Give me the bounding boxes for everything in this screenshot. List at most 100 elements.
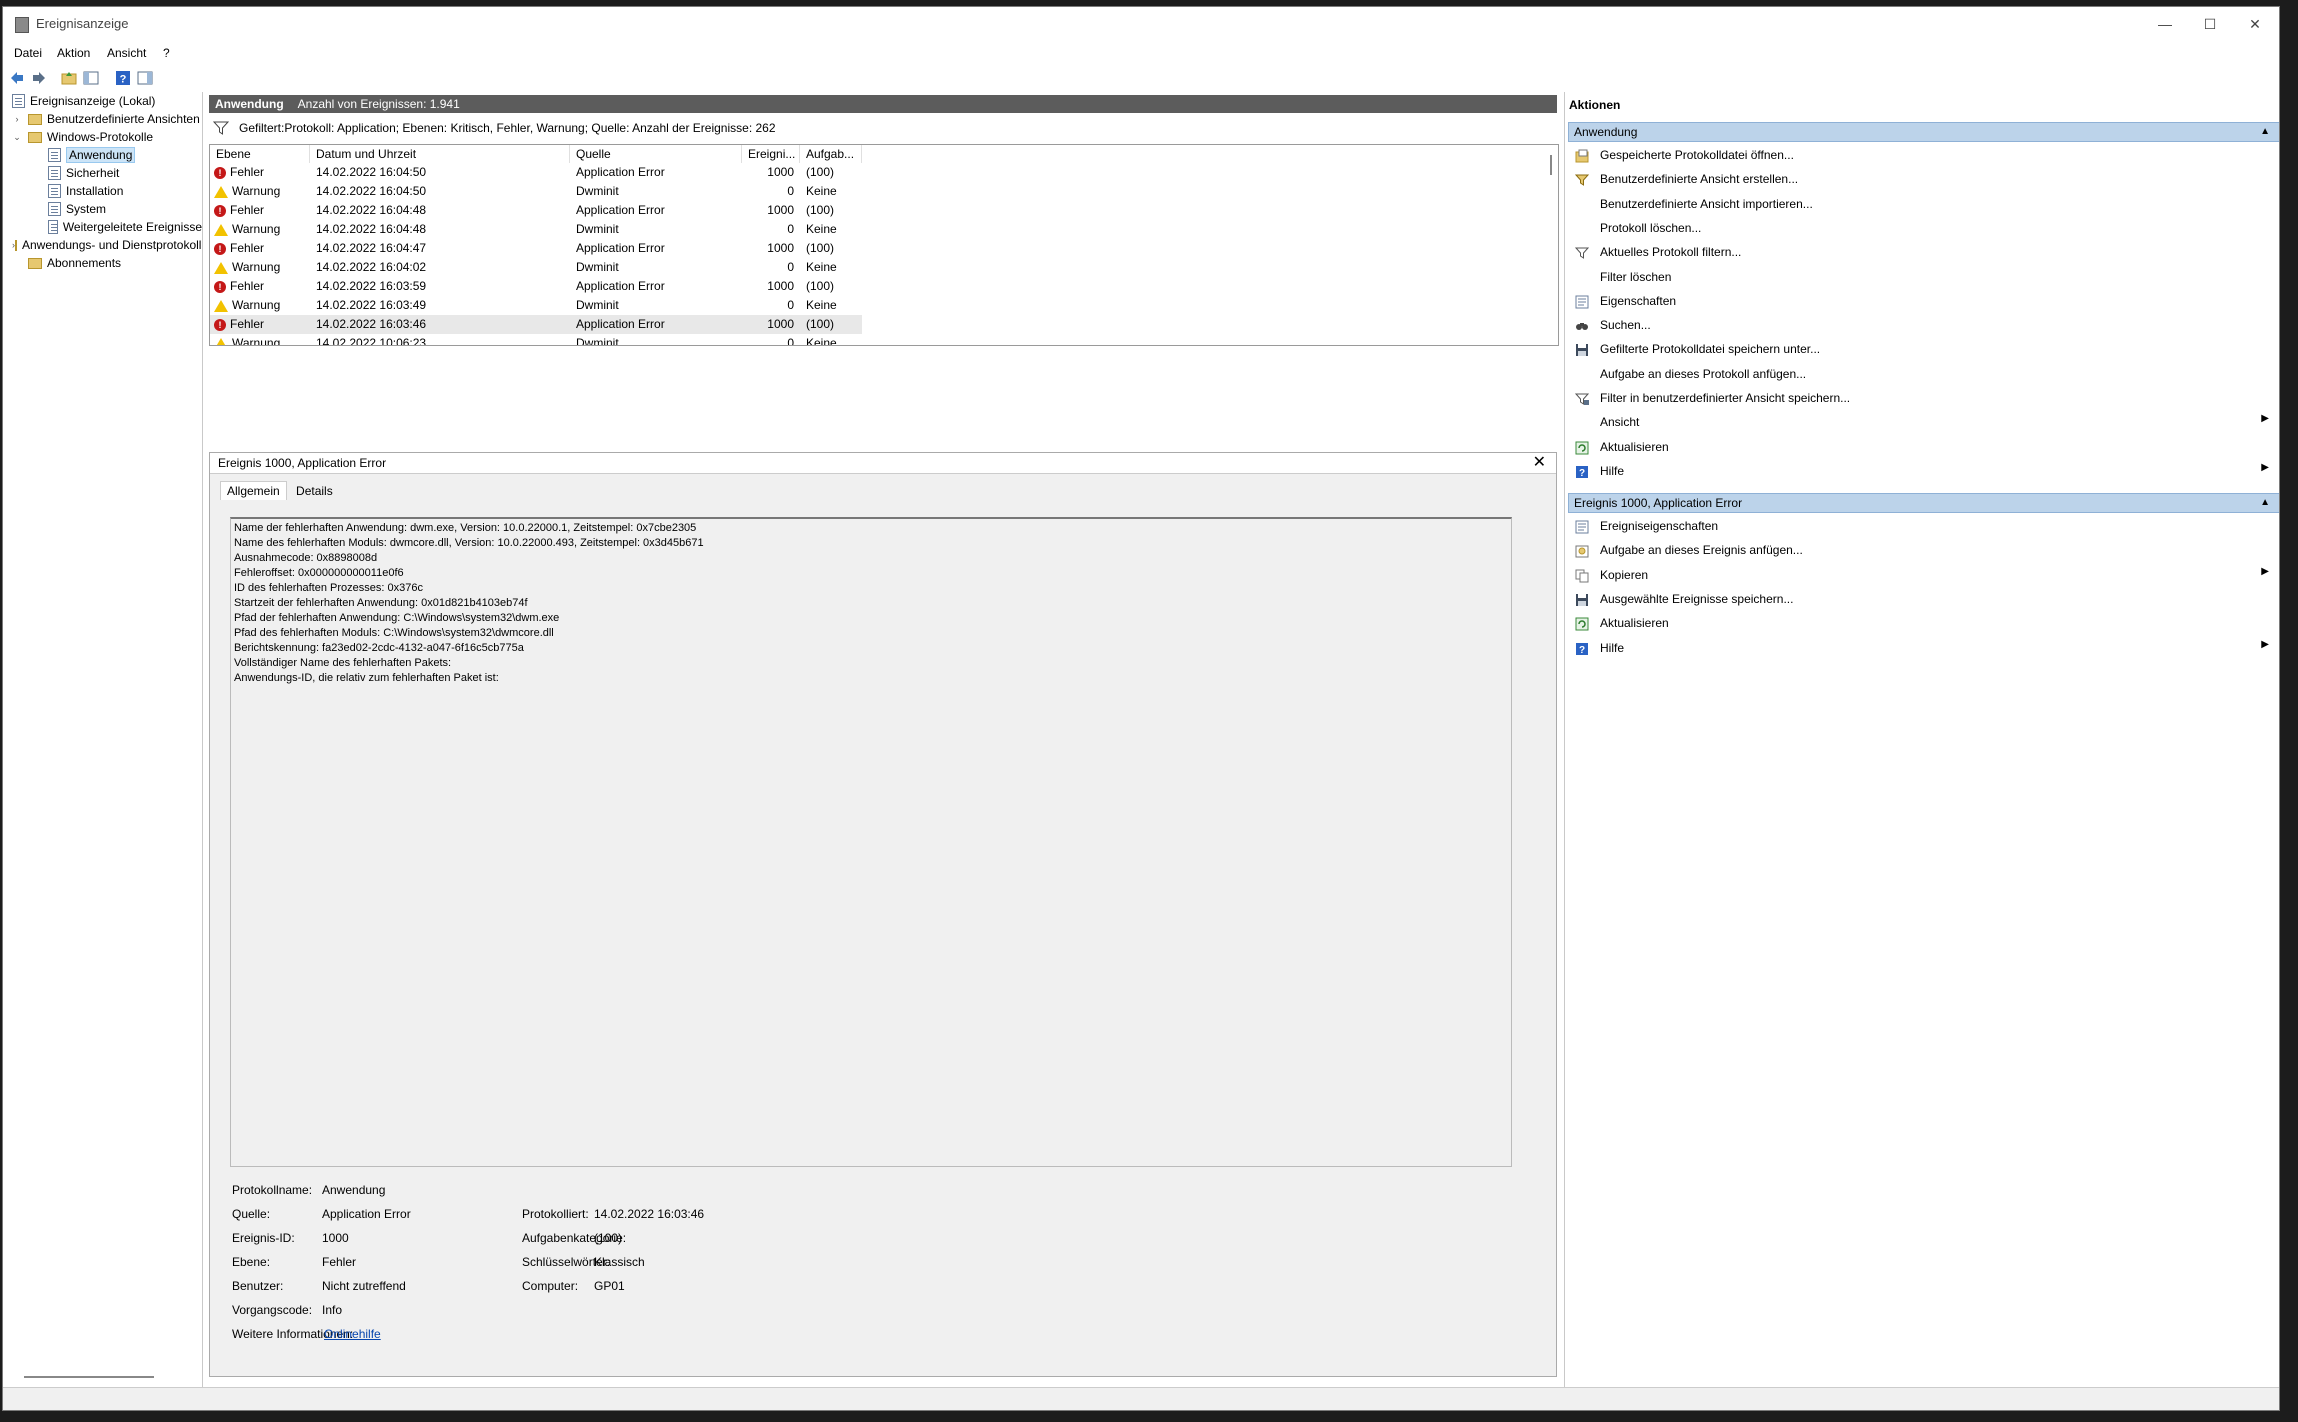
action-aufgabe-an-dieses-ereignis-anfügen[interactable]: Aufgabe an dieses Ereignis anfügen...: [1568, 540, 2279, 562]
action-label: Ereigniseigenschaften: [1600, 519, 1719, 533]
action-ereigniseigenschaften[interactable]: Ereigniseigenschaften: [1568, 516, 2279, 538]
tree-horizontal-scrollbar[interactable]: [24, 1376, 154, 1378]
column-ereignis-id[interactable]: Ereigni...: [742, 145, 800, 163]
action-kopieren[interactable]: Kopieren ▶: [1568, 565, 2279, 587]
description-line: Anwendungs-ID, die relativ zum fehlerhaf…: [234, 672, 499, 684]
help-icon: ?: [1576, 642, 1588, 656]
table-row[interactable]: ! Fehler 14.02.2022 16:03:46 Application Er…: [210, 315, 862, 334]
menu-datei[interactable]: Datei: [14, 46, 42, 60]
forward-arrow-icon[interactable]: [31, 70, 47, 86]
action-ausgewählte-ereignisse-speichern[interactable]: Ausgewählte Ereignisse speichern...: [1568, 589, 2279, 611]
action-aktuelles-protokoll-filtern[interactable]: Aktuelles Protokoll filtern...: [1568, 242, 2279, 264]
action-label: Suchen...: [1600, 318, 1651, 333]
tree-item-anwendung[interactable]: Anwendung: [48, 146, 136, 164]
action-label: Kopieren: [1600, 567, 1649, 582]
cell-event-id: 0: [787, 184, 794, 198]
column-ebene[interactable]: Ebene: [210, 145, 310, 163]
submenu-arrow-icon: ▶: [2261, 413, 2269, 425]
column-quelle[interactable]: Quelle: [570, 145, 742, 163]
action-suchen[interactable]: Suchen...: [1568, 315, 2279, 337]
warning-icon: [214, 261, 228, 274]
toolbar: ?: [3, 65, 2279, 91]
submenu-arrow-icon: ▶: [2261, 461, 2269, 473]
help-icon[interactable]: ?: [115, 70, 131, 86]
tab-allgemein[interactable]: Allgemein: [220, 481, 287, 500]
action-label: Ausgewählte Ereignisse speichern...: [1600, 591, 1794, 606]
tree-item-forwarded-events[interactable]: Weitergeleitete Ereignisse: [48, 218, 202, 236]
maximize-button[interactable]: ☐: [2189, 13, 2231, 35]
tree-root[interactable]: Ereignisanzeige (Lokal): [12, 92, 155, 110]
center-pane: Anwendung Anzahl von Ereignissen: 1.941 …: [206, 92, 1561, 1392]
menu-ansicht[interactable]: Ansicht: [107, 46, 146, 60]
action-aufgabe-an-dieses-protokoll-anfügen[interactable]: Aufgabe an dieses Protokoll anfügen...: [1568, 364, 2279, 386]
action-aktualisieren[interactable]: Aktualisieren: [1568, 437, 2279, 459]
tree-item-installation[interactable]: Installation: [48, 182, 123, 200]
log-header-bar: Anwendung Anzahl von Ereignissen: 1.941: [209, 95, 1557, 113]
table-scrollbar[interactable]: [1550, 155, 1552, 175]
properties-icon: [1575, 295, 1589, 309]
table-row[interactable]: ! Fehler 14.02.2022 16:04:47 Application Er…: [210, 239, 862, 258]
cell-task: (100): [806, 279, 835, 293]
table-row[interactable]: ! Fehler 14.02.2022 16:03:59 Application Er…: [210, 277, 862, 296]
minimize-button[interactable]: —: [2144, 13, 2186, 35]
action-benutzerdefinierte-ansicht-erstellen[interactable]: Benutzerdefinierte Ansicht erstellen...: [1568, 169, 2279, 191]
close-window-button[interactable]: ✕: [2234, 13, 2276, 35]
action-hilfe[interactable]: ? Hilfe ▶: [1568, 638, 2279, 660]
tree-item-app-service-logs[interactable]: › Anwendungs- und Dienstprotokolle: [12, 236, 202, 254]
prop-value: 14.02.2022 16:03:46: [594, 1207, 705, 1221]
close-icon[interactable]: ✕: [1533, 453, 1546, 473]
table-row[interactable]: ! Fehler 14.02.2022 16:04:48 Application Er…: [210, 201, 862, 220]
prop-value: Info: [322, 1303, 343, 1317]
online-help-link[interactable]: Onlinehilfe: [324, 1327, 381, 1341]
back-arrow-icon[interactable]: [9, 70, 25, 86]
table-row[interactable]: Warnung 14.02.2022 16:03:49 Dwminit 0 Keine: [210, 296, 862, 315]
chevron-down-icon[interactable]: ⌄: [12, 132, 22, 143]
event-detail-pane: Ereignis 1000, Application Error ✕ Allge…: [209, 452, 1557, 1377]
action-label: Benutzerdefinierte Ansicht importieren..…: [1600, 196, 1813, 211]
cell-event-id: 1000: [767, 203, 794, 217]
action-protokoll-löschen[interactable]: Protokoll löschen...: [1568, 218, 2279, 240]
table-row[interactable]: Warnung 14.02.2022 16:04:02 Dwminit 0 Keine: [210, 258, 862, 277]
action-label: Aufgabe an dieses Protokoll anfügen...: [1600, 366, 1807, 381]
tree-item-sicherheit[interactable]: Sicherheit: [48, 164, 119, 182]
svg-text:?: ?: [1579, 645, 1585, 656]
submenu-arrow-icon: ▶: [2261, 565, 2269, 577]
action-ansicht[interactable]: Ansicht ▶: [1568, 412, 2279, 434]
tab-details[interactable]: Details: [290, 482, 339, 500]
column-aufgabe[interactable]: Aufgab...: [800, 145, 862, 163]
actions-section-event[interactable]: Ereignis 1000, Application Error ▲: [1568, 493, 2279, 513]
submenu-arrow-icon: ▶: [2261, 638, 2269, 650]
folder-up-icon[interactable]: [61, 70, 77, 86]
table-row[interactable]: Warnung 14.02.2022 16:04:48 Dwminit 0 Keine: [210, 220, 862, 239]
tree-item-custom-views[interactable]: › Benutzerdefinierte Ansichten: [12, 110, 200, 128]
action-benutzerdefinierte-ansicht-importieren[interactable]: Benutzerdefinierte Ansicht importieren..…: [1568, 194, 2279, 216]
menu-bar: Datei Aktion Ansicht ?: [3, 42, 2279, 64]
table-row[interactable]: Warnung 14.02.2022 10:06:23 Dwminit 0 Keine: [210, 334, 862, 345]
chevron-right-icon[interactable]: ›: [12, 114, 22, 124]
table-row[interactable]: Warnung 14.02.2022 16:04:50 Dwminit 0 Keine: [210, 182, 862, 201]
event-description[interactable]: Name der fehlerhaften Anwendung: dwm.exe…: [230, 517, 1512, 1167]
actions-section-anwendung[interactable]: Anwendung ▲: [1568, 122, 2279, 142]
menu-aktion[interactable]: Aktion: [57, 46, 90, 60]
tree-item-windows-logs[interactable]: ⌄ Windows-Protokolle: [12, 128, 153, 146]
collapse-icon[interactable]: ▲: [2260, 123, 2270, 141]
action-gespeicherte-protokolldatei-öffnen[interactable]: Gespeicherte Protokolldatei öffnen...: [1568, 145, 2279, 167]
cell-level: ! Fehler: [214, 315, 264, 334]
column-datum[interactable]: Datum und Uhrzeit: [310, 145, 570, 163]
table-row[interactable]: ! Fehler 14.02.2022 16:04:50 Application Er…: [210, 163, 862, 182]
cell-date: 14.02.2022 16:04:48: [316, 203, 427, 217]
action-hilfe[interactable]: ? Hilfe ▶: [1568, 461, 2279, 483]
show-hide-tree-icon[interactable]: [83, 70, 99, 86]
tree-item-subscriptions[interactable]: Abonnements: [28, 254, 121, 272]
action-eigenschaften[interactable]: Eigenschaften: [1568, 291, 2279, 313]
action-filter-löschen[interactable]: Filter löschen: [1568, 267, 2279, 289]
action-filter-in-benutzerdefinierter-ansicht-speichern[interactable]: Filter in benutzerdefinierter Ansicht sp…: [1568, 388, 2279, 410]
menu-help[interactable]: ?: [163, 46, 170, 60]
tree-item-system[interactable]: System: [48, 200, 106, 218]
cell-date: 14.02.2022 16:03:46: [316, 317, 427, 331]
action-label: Hilfe: [1600, 463, 1625, 478]
show-hide-action-pane-icon[interactable]: [137, 70, 153, 86]
collapse-icon[interactable]: ▲: [2260, 494, 2270, 512]
action-gefilterte-protokolldatei-speichern-unter[interactable]: Gefilterte Protokolldatei speichern unte…: [1568, 339, 2279, 361]
action-aktualisieren[interactable]: Aktualisieren: [1568, 613, 2279, 635]
